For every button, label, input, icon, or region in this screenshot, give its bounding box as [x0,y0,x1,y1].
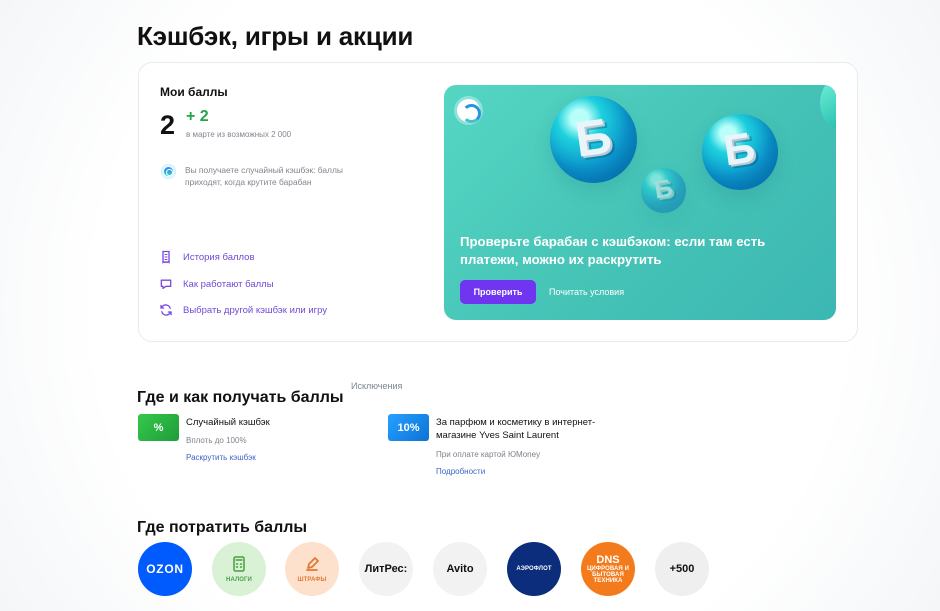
earn-item-subtitle: Вплоть до 100% [186,436,247,445]
how-points-work-label: Как работают баллы [183,278,274,290]
info-icon [161,164,176,179]
ten-percent-badge: 10% [388,414,429,441]
percent-badge: % [138,414,179,441]
exceptions-link[interactable]: Исключения [351,381,402,391]
litres-partner[interactable]: ЛитРес: [359,542,413,596]
cashback-info-text: Вы получаете случайный кэшбэк: баллы при… [185,165,343,187]
avito-partner[interactable]: Avito [433,542,487,596]
spend-section-title: Где потратить баллы [137,519,308,537]
check-button[interactable]: Проверить [460,280,536,304]
chat-icon [159,277,173,291]
my-points-title: Мои баллы [160,85,228,99]
dns-partner[interactable]: DNS ЦИФРОВАЯ И БЫТОВАЯ ТЕХНИКА [581,542,635,596]
random-cashback-item: % Случайный кэшбэк Вплоть до 100% Раскру… [138,412,373,482]
receipt-icon [159,250,173,264]
how-points-work-link[interactable]: Как работают баллы [159,275,274,293]
details-link[interactable]: Подробности [436,467,485,476]
fines-partner[interactable]: ШТРАФЫ [285,542,339,596]
points-value: 2 [160,110,176,140]
points-gain: + 2 [186,108,209,125]
ysl-cashback-item: 10% За парфюм и косметику в интернет-маг… [388,412,623,482]
cashback-drum-promo: Б Б Б Проверьте барабан с кэшбэком: если… [444,85,836,320]
promo-headline: Проверьте барабан с кэшбэком: если там е… [460,234,766,267]
calculator-icon [233,556,245,572]
refresh-icon [159,303,173,317]
more-partners-button[interactable]: +500 [655,542,709,596]
points-limit-caption: в марте из возможных 2 000 [186,130,292,139]
cashback-coin-icon: Б [702,114,778,190]
points-history-label: История баллов [183,251,255,263]
aeroflot-partner[interactable]: АЭРОФЛОТ [507,542,561,596]
ozon-partner[interactable]: OZON [138,542,192,596]
taxes-partner[interactable]: НАЛОГИ [212,542,266,596]
earn-item-title: Случайный кэшбэк [186,417,270,428]
drum-refresh-icon [457,99,481,123]
pencil-icon [306,557,319,571]
cashback-coin-icon: Б [550,96,637,183]
points-history-link[interactable]: История баллов [159,248,255,266]
change-cashback-label: Выбрать другой кэшбэк или игру [183,304,328,316]
earn-item-title: За парфюм и косметику в интернет-магазин… [436,417,596,441]
earn-section-title: Где и как получать баллы [137,389,344,407]
spin-cashback-link[interactable]: Раскрутить кэшбэк [186,453,256,462]
partner-list: OZON НАЛОГИ ШТРАФЫ ЛитРес: Avito АЭРОФЛО… [138,542,718,596]
change-cashback-link[interactable]: Выбрать другой кэшбэк или игру [159,301,327,319]
page-title: Кэшбэк, игры и акции [137,21,414,52]
earn-item-subtitle: При оплате картой ЮMoney [436,450,541,459]
read-terms-link[interactable]: Почитать условия [549,287,624,297]
cashback-coin-icon: Б [641,168,686,213]
points-summary-card: Мои баллы 2 + 2 в марте из возможных 2 0… [138,62,858,342]
